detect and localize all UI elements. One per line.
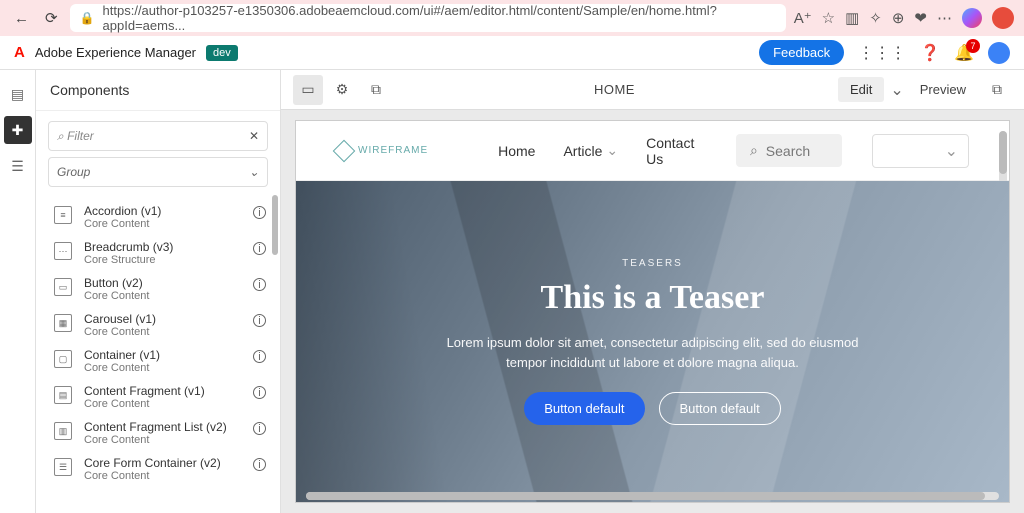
product-name: Adobe Experience Manager	[35, 45, 196, 60]
component-item[interactable]: ▤Content Fragment (v1)Core Contenti	[36, 379, 280, 415]
notification-count: 7	[966, 39, 980, 53]
component-item[interactable]: ☰Core Form Container (v2)Core Contenti	[36, 451, 280, 487]
extensions-icon[interactable]: ⊕	[892, 9, 905, 27]
scrollbar[interactable]	[306, 492, 999, 500]
hero-teaser[interactable]: TEASERS This is a Teaser Lorem ipsum dol…	[296, 181, 1009, 502]
left-rail: ▤ ✚ ☰	[0, 70, 36, 513]
site-nav: Home Article ⌄ Contact Us	[498, 135, 706, 167]
chevron-down-icon: ⌄	[249, 165, 259, 179]
group-label: Group	[57, 165, 90, 179]
editor-area: ▭ ⚙ ⧉ HOME Edit ⌄ Preview ⧉ WIREFRAME	[281, 70, 1024, 513]
settings-icon[interactable]: ⚙	[327, 75, 357, 105]
refresh-button[interactable]: ⟳	[41, 5, 62, 31]
hero-secondary-button[interactable]: Button default	[659, 392, 781, 425]
site-brand[interactable]: WIREFRAME	[336, 143, 428, 159]
feedback-button[interactable]: Feedback	[759, 40, 844, 65]
search-icon: ⌕	[57, 129, 64, 144]
chevron-down-icon[interactable]: ⌄	[890, 80, 903, 100]
brand-logo-icon	[333, 139, 356, 162]
panel-title: Components	[36, 70, 280, 111]
component-icon: ▦	[54, 314, 72, 332]
heart-icon[interactable]: ❤	[914, 9, 927, 27]
lock-icon: 🔒	[80, 11, 95, 25]
component-icon: ▢	[54, 350, 72, 368]
adobe-logo-icon: A	[14, 44, 25, 61]
info-icon[interactable]: i	[253, 350, 266, 363]
url-bar[interactable]: 🔒 https://author-p103257-e1350306.adobea…	[70, 4, 786, 32]
devices-icon[interactable]: ⧉	[361, 75, 391, 105]
page-canvas[interactable]: WIREFRAME Home Article ⌄ Contact Us ⌕ Se…	[295, 120, 1010, 503]
info-icon[interactable]: i	[253, 386, 266, 399]
group-select[interactable]: Group ⌄	[48, 157, 268, 187]
user-avatar[interactable]	[988, 42, 1010, 64]
filter-input[interactable]: ⌕ Filter ✕	[48, 121, 268, 151]
info-icon[interactable]: i	[253, 278, 266, 291]
filter-placeholder: Filter	[67, 129, 94, 143]
component-item[interactable]: ▢Container (v1)Core Contenti	[36, 343, 280, 379]
nav-home[interactable]: Home	[498, 135, 535, 167]
hero-eyebrow: TEASERS	[622, 258, 683, 269]
component-item[interactable]: ⋯Breadcrumb (v3)Core Structurei	[36, 235, 280, 271]
browser-toolbar: ← ⟳ 🔒 https://author-p103257-e1350306.ad…	[0, 0, 1024, 36]
component-list: ≡Accordion (v1)Core Contenti ⋯Breadcrumb…	[36, 195, 280, 513]
component-item[interactable]: ▭Button (v2)Core Contenti	[36, 271, 280, 307]
info-icon[interactable]: i	[253, 314, 266, 327]
profile-avatar[interactable]	[992, 7, 1014, 29]
nav-article[interactable]: Article ⌄	[563, 135, 618, 167]
rail-components-icon[interactable]: ✚	[4, 116, 32, 144]
hero-primary-button[interactable]: Button default	[524, 392, 644, 425]
search-icon: ⌕	[750, 142, 758, 159]
help-icon[interactable]: ❓	[920, 43, 940, 63]
collections-icon[interactable]: ✧	[869, 9, 882, 27]
editor-toolbar: ▭ ⚙ ⧉ HOME Edit ⌄ Preview ⧉	[281, 70, 1024, 110]
info-icon[interactable]: i	[253, 242, 266, 255]
component-icon: ▭	[54, 278, 72, 296]
component-icon: ▤	[54, 386, 72, 404]
component-item[interactable]: ≡Accordion (v1)Core Contenti	[36, 199, 280, 235]
chevron-down-icon: ⌄	[945, 141, 958, 161]
apps-icon[interactable]: ⋮⋮⋮	[858, 43, 906, 63]
info-icon[interactable]: i	[253, 458, 266, 471]
hero-body: Lorem ipsum dolor sit amet, consectetur …	[433, 333, 873, 372]
info-icon[interactable]: i	[253, 206, 266, 219]
env-badge: dev	[206, 45, 238, 61]
aem-header: A Adobe Experience Manager dev Feedback …	[0, 36, 1024, 70]
page-title: HOME	[391, 82, 838, 97]
component-icon: ⋯	[54, 242, 72, 260]
component-item[interactable]: ▥Content Fragment List (v2)Core Contenti	[36, 415, 280, 451]
search-input[interactable]: ⌕ Search	[736, 134, 842, 167]
split-icon[interactable]: ▥	[845, 9, 859, 27]
component-item[interactable]: ▦Carousel (v1)Core Contenti	[36, 307, 280, 343]
components-panel: Components ⌕ Filter ✕ Group ⌄ ≡Accordion…	[36, 70, 281, 513]
page-properties-icon[interactable]: ⧉	[982, 75, 1012, 105]
browser-actions: A⁺ ☆ ▥ ✧ ⊕ ❤ ⋯	[794, 7, 1014, 29]
preview-button[interactable]: Preview	[910, 77, 976, 102]
layout-desktop-icon[interactable]: ▭	[293, 75, 323, 105]
chevron-down-icon: ⌄	[606, 142, 618, 159]
copilot-icon[interactable]	[962, 8, 982, 28]
back-button[interactable]: ←	[10, 6, 33, 31]
menu-icon[interactable]: ⋯	[937, 9, 952, 27]
hero-title: This is a Teaser	[541, 279, 765, 317]
component-icon: ☰	[54, 458, 72, 476]
read-aloud-icon[interactable]: A⁺	[794, 9, 812, 27]
mode-select[interactable]: Edit	[838, 77, 884, 102]
url-text: https://author-p103257-e1350306.adobeaem…	[103, 3, 776, 33]
nav-contact[interactable]: Contact Us	[646, 135, 706, 167]
info-icon[interactable]: i	[253, 422, 266, 435]
favorite-icon[interactable]: ☆	[822, 9, 835, 27]
component-icon: ▥	[54, 422, 72, 440]
language-select[interactable]: ⌄	[872, 134, 969, 168]
rail-assets-icon[interactable]: ▤	[4, 80, 32, 108]
site-header: WIREFRAME Home Article ⌄ Contact Us ⌕ Se…	[296, 121, 1009, 181]
notifications-icon[interactable]: 🔔7	[954, 43, 974, 63]
rail-tree-icon[interactable]: ☰	[4, 152, 32, 180]
component-icon: ≡	[54, 206, 72, 224]
clear-filter-icon[interactable]: ✕	[249, 129, 259, 143]
